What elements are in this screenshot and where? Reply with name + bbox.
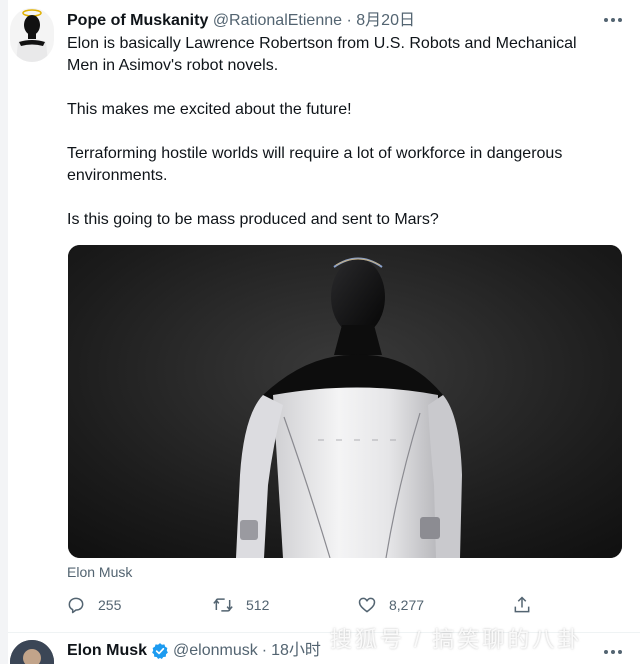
like-count: 8,277 bbox=[389, 597, 425, 613]
more-horizontal-icon bbox=[604, 18, 622, 22]
tweet-media-image[interactable] bbox=[68, 245, 622, 558]
robot-photo bbox=[68, 245, 622, 558]
author-avatar[interactable] bbox=[10, 8, 54, 62]
separator-dot: · bbox=[346, 12, 352, 29]
verified-badge-icon bbox=[152, 643, 168, 659]
next-more-options-button[interactable] bbox=[598, 642, 628, 662]
tweet-divider bbox=[8, 632, 640, 633]
tweet-paragraph: This makes me excited about the future! bbox=[67, 101, 352, 118]
tweet-paragraph: Terraforming hostile worlds will require… bbox=[67, 145, 563, 184]
more-options-button[interactable] bbox=[598, 8, 628, 32]
share-button[interactable] bbox=[512, 590, 532, 620]
tweet-header: Pope of Muskanity @RationalEtienne · 8月2… bbox=[67, 10, 415, 32]
share-icon bbox=[514, 596, 530, 613]
reply-count: 255 bbox=[98, 597, 122, 613]
next-author-handle[interactable]: @elonmusk bbox=[173, 640, 258, 662]
next-author-name[interactable]: Elon Musk bbox=[67, 640, 147, 662]
separator-dot: · bbox=[261, 642, 268, 659]
author-handle[interactable]: @RationalEtienne bbox=[213, 12, 342, 29]
watermark: 搜狐号 / 搞笑聊的八卦 bbox=[330, 627, 583, 652]
tweet-text: Elon is basically Lawrence Robertson fro… bbox=[67, 33, 612, 253]
more-horizontal-icon bbox=[604, 650, 622, 654]
like-button[interactable]: 8,277 bbox=[357, 590, 424, 620]
reply-button[interactable]: 255 bbox=[66, 590, 121, 620]
left-gutter bbox=[0, 0, 8, 664]
next-tweet-time[interactable]: 18小时 bbox=[271, 640, 321, 662]
author-name[interactable]: Pope of Muskanity bbox=[67, 12, 208, 29]
tweet-action-bar: 255 512 8,277 bbox=[62, 590, 562, 620]
retweet-icon bbox=[213, 598, 233, 612]
media-caption[interactable]: Elon Musk bbox=[67, 562, 132, 582]
heart-icon bbox=[358, 597, 376, 613]
tweet-date[interactable]: 8月20日 bbox=[356, 12, 415, 29]
tweet-page: Pope of Muskanity @RationalEtienne · 8月2… bbox=[0, 0, 640, 664]
next-tweet-header: Elon Musk @elonmusk · 18小时 bbox=[67, 640, 321, 662]
reply-icon bbox=[68, 597, 84, 614]
tweet-paragraph: Is this going to be mass produced and se… bbox=[67, 211, 439, 228]
avatar-image bbox=[10, 640, 54, 664]
retweet-button[interactable]: 512 bbox=[212, 590, 269, 620]
next-author-avatar[interactable] bbox=[10, 640, 54, 664]
avatar-robot-image bbox=[10, 8, 54, 62]
tweet-paragraph: Elon is basically Lawrence Robertson fro… bbox=[67, 35, 577, 74]
retweet-count: 512 bbox=[246, 597, 270, 613]
